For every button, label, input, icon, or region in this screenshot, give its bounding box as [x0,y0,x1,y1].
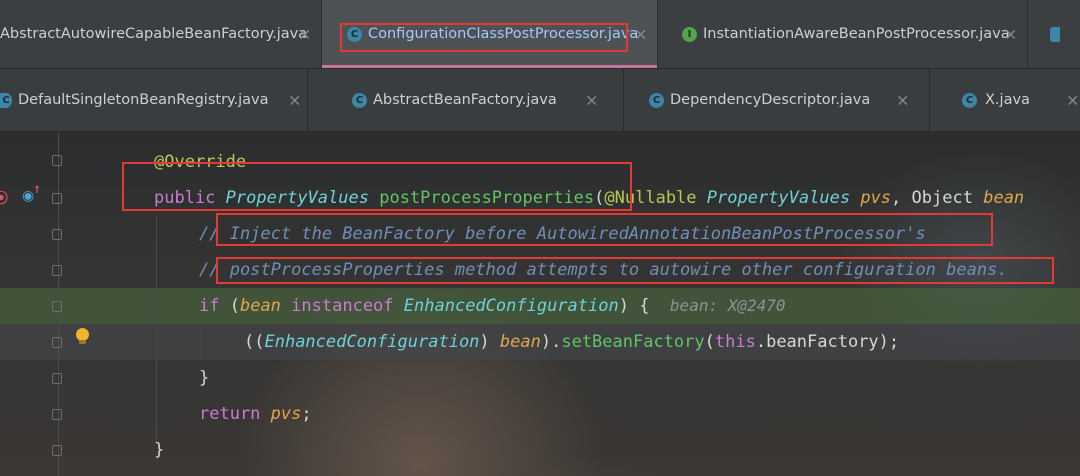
close-icon[interactable]: × [288,91,301,110]
paren-token: (( [244,332,265,352]
code-line: // postProcessProperties method attempts… [0,252,1080,288]
type-token: PropertyValues [706,188,851,208]
tab-configuration-class-post-processor[interactable]: C ConfigurationClassPostProcessor.java × [322,0,658,68]
code-line: if (bean instanceof EnhancedConfiguratio… [0,288,1080,324]
tab-abstract-bean-factory[interactable]: C AbstractBeanFactory.java × [308,69,624,131]
close-icon[interactable]: × [298,25,311,44]
editor-tab-bar-primary: AbstractAutowireCapableBeanFactory.java … [0,0,1080,69]
keyword-token: if [199,296,220,316]
code-line: @Override [0,144,1080,180]
class-icon: C [962,92,977,108]
class-icon: C [352,92,367,108]
keyword-token: instanceof [291,296,394,316]
code-line: } [0,360,1080,396]
editor-tab-bar-secondary: C DefaultSingletonBeanRegistry.java × C … [0,69,1080,132]
keyword-token: return [199,404,261,424]
tab-overflow[interactable] [1028,0,1080,68]
comma-token: , [891,188,902,208]
type-token: EnhancedConfiguration [403,296,619,316]
annotation-token: @Nullable [604,188,697,208]
semicolon-token: ; [301,404,312,424]
type-token: EnhancedConfiguration [264,332,480,352]
tab-default-singleton-bean-registry[interactable]: C DefaultSingletonBeanRegistry.java × [0,69,308,131]
parameter-token: pvs [860,188,892,208]
brace-token: } [199,368,210,388]
close-icon[interactable]: × [634,25,647,44]
class-icon: C [649,92,664,108]
brace-token: ) { [618,296,650,316]
code-line: public PropertyValues postProcessPropert… [0,180,1080,216]
paren-token: ( [219,296,240,316]
class-icon: C [347,26,362,42]
paren-token: ). [540,332,562,352]
debugger-inline-value: bean: X@2470 [669,296,786,315]
tab-label: DefaultSingletonBeanRegistry.java [18,92,269,108]
class-icon [1050,26,1060,42]
field-access-token: .beanFactory); [755,332,900,352]
parameter-token: bean [983,188,1025,208]
brace-token: } [154,440,165,460]
paren-token: ) [479,332,500,352]
tab-instantiation-aware-bean-post-processor[interactable]: I InstantiationAwareBeanPostProcessor.ja… [658,0,1028,68]
code-line: // Inject the BeanFactory before Autowir… [0,216,1080,252]
code-line: return pvs; [0,396,1080,432]
paren-token: ( [594,188,605,208]
code-line: } [0,432,1080,468]
parameter-token: bean [499,332,541,352]
comment-token: // Inject the BeanFactory before Autowir… [199,224,926,244]
keyword-token: public [154,188,216,208]
type-token: PropertyValues [225,188,369,208]
tab-label: DependencyDescriptor.java [670,92,871,108]
close-icon[interactable]: × [585,91,598,110]
keyword-token: this [714,332,756,352]
parameter-token: bean [239,296,281,316]
method-name-token: setBeanFactory [561,332,705,352]
close-icon[interactable]: × [1004,25,1017,44]
type-token: Object [911,188,973,208]
class-icon: C [0,92,12,108]
tab-label: X.java [985,92,1030,108]
comment-token: // postProcessProperties method attempts… [199,260,1008,280]
close-icon[interactable]: × [896,91,909,110]
tab-label: ConfigurationClassPostProcessor.java [368,26,639,42]
close-icon[interactable]: × [1066,91,1079,110]
interface-icon: I [682,26,697,42]
tab-label: InstantiationAwareBeanPostProcessor.java [703,26,1010,42]
tab-label: AbstractAutowireCapableBeanFactory.java [0,26,308,42]
tab-abstract-autowire-capable-bean-factory[interactable]: AbstractAutowireCapableBeanFactory.java … [0,0,322,68]
code-editor[interactable]: ⦿ ◉ ↑ @Override public PropertyValues po… [0,132,1080,476]
paren-token: ( [704,332,715,352]
method-name-token: postProcessProperties [379,188,595,208]
tab-dependency-descriptor[interactable]: C DependencyDescriptor.java × [624,69,930,131]
tab-label: AbstractBeanFactory.java [373,92,557,108]
code-line: ((EnhancedConfiguration) bean).setBeanFa… [0,324,1080,360]
tab-x[interactable]: C X.java × [930,69,1080,131]
parameter-token: pvs [270,404,302,424]
annotation-token: @Override [154,152,247,172]
